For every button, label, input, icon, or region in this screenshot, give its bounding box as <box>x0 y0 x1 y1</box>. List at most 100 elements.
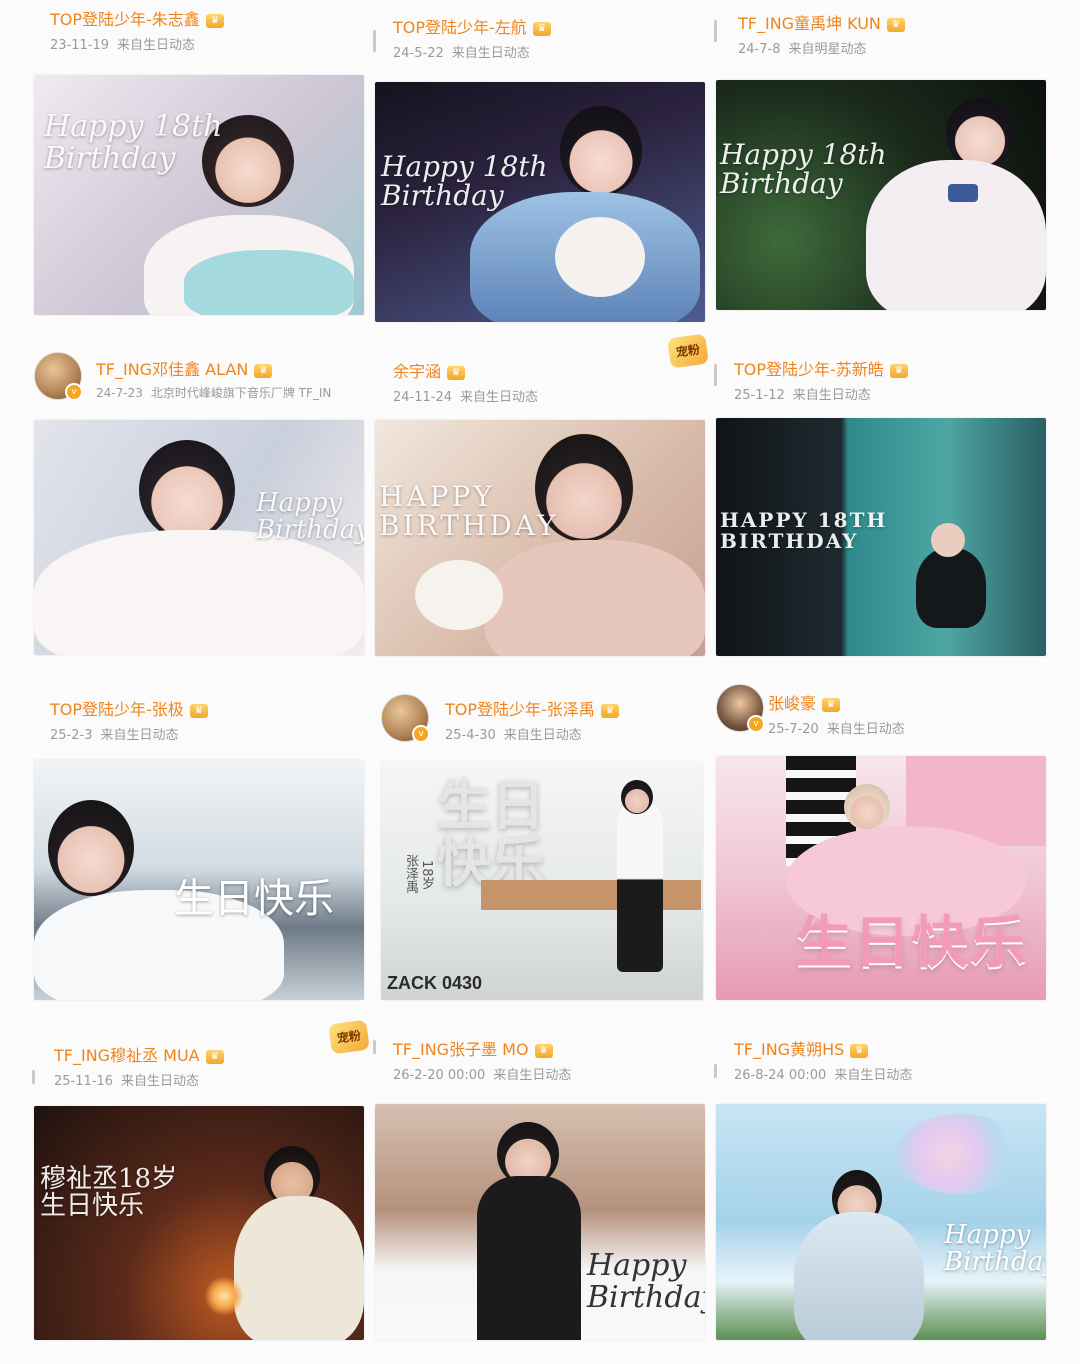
crown-icon: ♛ <box>889 364 908 378</box>
post-header: TOP登陆少年-左航 ♛ 24-5-22 来自生日动态 <box>373 8 705 78</box>
portrait-body <box>485 540 705 656</box>
photo-overlay-text: 生日 快乐 <box>437 774 545 894</box>
post-card[interactable]: TF_ING黄朔HS ♛ 26-8-24 00:00 来自生日动态 <box>714 1030 1046 1100</box>
portrait-body <box>794 1212 924 1340</box>
post-meta: 24-7-23 北京时代峰峻旗下音乐厂牌 TF_IN <box>96 386 332 400</box>
post-meta: 24-11-24 来自生日动态 <box>393 390 539 405</box>
post-card[interactable]: TOP登陆少年-左航 ♛ 24-5-22 来自生日动态 <box>373 8 705 78</box>
post-card[interactable]: TF_ING穆祉丞 MUA ♛ 25-11-16 来自生日动态 宠粉 <box>32 1019 370 1106</box>
post-photo[interactable]: 穆祉丞18岁 生日快乐 <box>34 1106 364 1340</box>
photo-overlay-text: HAPPY BIRTHDAY <box>379 480 559 543</box>
post-photo[interactable]: Happy 18th Birthday <box>375 82 705 322</box>
post-meta: 23-11-19 来自生日动态 <box>50 38 196 53</box>
post-header: TF_ING穆祉丞 MUA ♛ 25-11-16 来自生日动态 宠粉 <box>32 1019 370 1106</box>
username[interactable]: TOP登陆少年-张极 ♛ <box>50 696 208 720</box>
post-meta: 25-7-20 来自生日动态 <box>768 722 905 737</box>
post-meta: 26-2-20 00:00 来自生日动态 <box>393 1068 572 1083</box>
post-photo[interactable]: HAPPY 18TH BIRTHDAY <box>716 418 1046 656</box>
flower-branch <box>896 1114 1026 1194</box>
username[interactable]: TF_ING童禹坤 KUN ♛ <box>738 10 905 34</box>
post-card[interactable]: v TOP登陆少年-张泽禹 ♛ 25-4-30 来自生日动态 <box>375 690 705 760</box>
page: { "posts": [ {"user": "TOP登陆少年-朱志鑫", "da… <box>0 0 1080 1364</box>
crown-icon: ♛ <box>205 1050 224 1064</box>
verified-icon: v <box>747 715 765 733</box>
avatar[interactable]: v <box>716 684 765 733</box>
crown-icon: ♛ <box>205 14 224 28</box>
edge-bar <box>373 30 376 52</box>
photo-overlay-text: 生日快乐 <box>796 911 1028 976</box>
teal-flowers <box>184 250 354 315</box>
portrait-body <box>34 530 364 655</box>
post-header: TOP登陆少年-朱志鑫 ♛ 23-11-19 来自生日动态 <box>34 0 364 70</box>
username[interactable]: TF_ING黄朔HS ♛ <box>734 1036 869 1060</box>
post-photo[interactable]: 生日快乐 <box>716 756 1046 1000</box>
username[interactable]: TF_ING张子墨 MO ♛ <box>393 1036 553 1060</box>
post-header: v 张峻豪 ♛ 25-7-20 来自生日动态 <box>716 684 1046 754</box>
post-photo[interactable]: HAPPY BIRTHDAY <box>375 420 705 656</box>
post-card[interactable]: v 张峻豪 ♛ 25-7-20 来自生日动态 <box>716 684 1046 754</box>
fan-badge: 宠粉 <box>667 333 709 369</box>
crown-icon: ♛ <box>886 18 905 32</box>
post-card[interactable]: TF_ING张子墨 MO ♛ 26-2-20 00:00 来自生日动态 <box>373 1030 705 1100</box>
portrait-figure <box>139 440 235 540</box>
age-label: 18岁 <box>419 860 434 890</box>
portrait-figure <box>48 800 134 896</box>
post-photo[interactable]: Happy Birthday <box>375 1104 705 1340</box>
post-photo[interactable]: 生日 快乐 张泽禹 18岁 ZACK 0430 <box>381 762 703 1000</box>
username[interactable]: 张峻豪 ♛ <box>768 690 841 714</box>
post-card[interactable]: TOP登陆少年-苏新皓 ♛ 25-1-12 来自生日动态 <box>714 350 1046 420</box>
edge-bar <box>32 1070 35 1084</box>
post-meta: 26-8-24 00:00 来自生日动态 <box>734 1068 913 1083</box>
portrait-head <box>621 780 653 814</box>
post-meta: 24-7-8 来自明星动态 <box>738 42 867 57</box>
photo-overlay-text: Happy Birthday <box>944 1220 1046 1278</box>
post-card[interactable]: TOP登陆少年-张极 ♛ 25-2-3 来自生日动态 <box>34 690 364 760</box>
post-header: TF_ING张子墨 MO ♛ 26-2-20 00:00 来自生日动态 <box>373 1030 705 1100</box>
photo-overlay-text: Happy 18th Birthday <box>381 150 548 213</box>
candle-glow <box>204 1276 244 1316</box>
post-card[interactable]: TF_ING童禹坤 KUN ♛ 24-7-8 来自明星动态 <box>714 4 1046 74</box>
username[interactable]: TF_ING邓佳鑫 ALAN ♛ <box>96 356 273 380</box>
post-header: TF_ING童禹坤 KUN ♛ 24-7-8 来自明星动态 <box>714 4 1046 74</box>
cake <box>415 560 503 630</box>
username[interactable]: 余宇涵 ♛ <box>393 358 466 382</box>
portrait-figure <box>617 802 663 972</box>
crown-icon: ♛ <box>534 1044 553 1058</box>
post-photo[interactable]: 生日快乐 <box>34 760 364 1000</box>
post-meta: 24-5-22 来自生日动态 <box>393 46 530 61</box>
edge-bar <box>373 1040 376 1054</box>
portrait-head <box>931 523 965 557</box>
edge-bar <box>714 364 717 386</box>
username[interactable]: TOP登陆少年-苏新皓 ♛ <box>734 356 908 380</box>
teddy-bear <box>555 217 645 297</box>
post-header: 余宇涵 ♛ 24-11-24 来自生日动态 宠粉 <box>375 333 709 422</box>
post-photo[interactable]: Happy 18th Birthday <box>34 75 364 315</box>
verified-icon: v <box>65 383 83 401</box>
photo-overlay-text: Happy Birthday <box>256 488 364 546</box>
photo-overlay-text: Happy 18th Birthday <box>44 109 223 176</box>
desk <box>481 880 701 910</box>
photo-overlay-text: 生日快乐 <box>174 876 334 922</box>
portrait-body <box>477 1176 581 1340</box>
portrait-body <box>866 160 1046 310</box>
post-meta: 25-11-16 来自生日动态 <box>54 1074 200 1089</box>
portrait-figure <box>560 106 642 196</box>
avatar[interactable]: v <box>34 352 83 401</box>
crown-icon: ♛ <box>254 364 273 378</box>
post-photo[interactable]: Happy 18th Birthday <box>716 80 1046 310</box>
edge-bar <box>714 1064 717 1078</box>
crown-icon: ♛ <box>189 704 208 718</box>
username[interactable]: TOP登陆少年-张泽禹 ♛ <box>445 696 619 720</box>
username[interactable]: TOP登陆少年-左航 ♛ <box>393 14 551 38</box>
post-card[interactable]: 余宇涵 ♛ 24-11-24 来自生日动态 宠粉 <box>375 333 709 422</box>
username[interactable]: TOP登陆少年-朱志鑫 ♛ <box>50 6 224 30</box>
avatar[interactable]: v <box>381 694 430 743</box>
post-photo[interactable]: Happy Birthday <box>34 420 364 655</box>
zack-label: ZACK 0430 <box>387 973 483 993</box>
username[interactable]: TF_ING穆祉丞 MUA ♛ <box>54 1042 224 1066</box>
post-card[interactable]: TOP登陆少年-朱志鑫 ♛ 23-11-19 来自生日动态 <box>34 0 364 70</box>
crown-icon: ♛ <box>600 704 619 718</box>
post-photo[interactable]: Happy Birthday <box>716 1104 1046 1340</box>
post-meta: 25-4-30 来自生日动态 <box>445 728 582 743</box>
post-card[interactable]: v TF_ING邓佳鑫 ALAN ♛ 24-7-23 北京时代峰峻旗下音乐厂牌 TF… <box>34 350 364 420</box>
